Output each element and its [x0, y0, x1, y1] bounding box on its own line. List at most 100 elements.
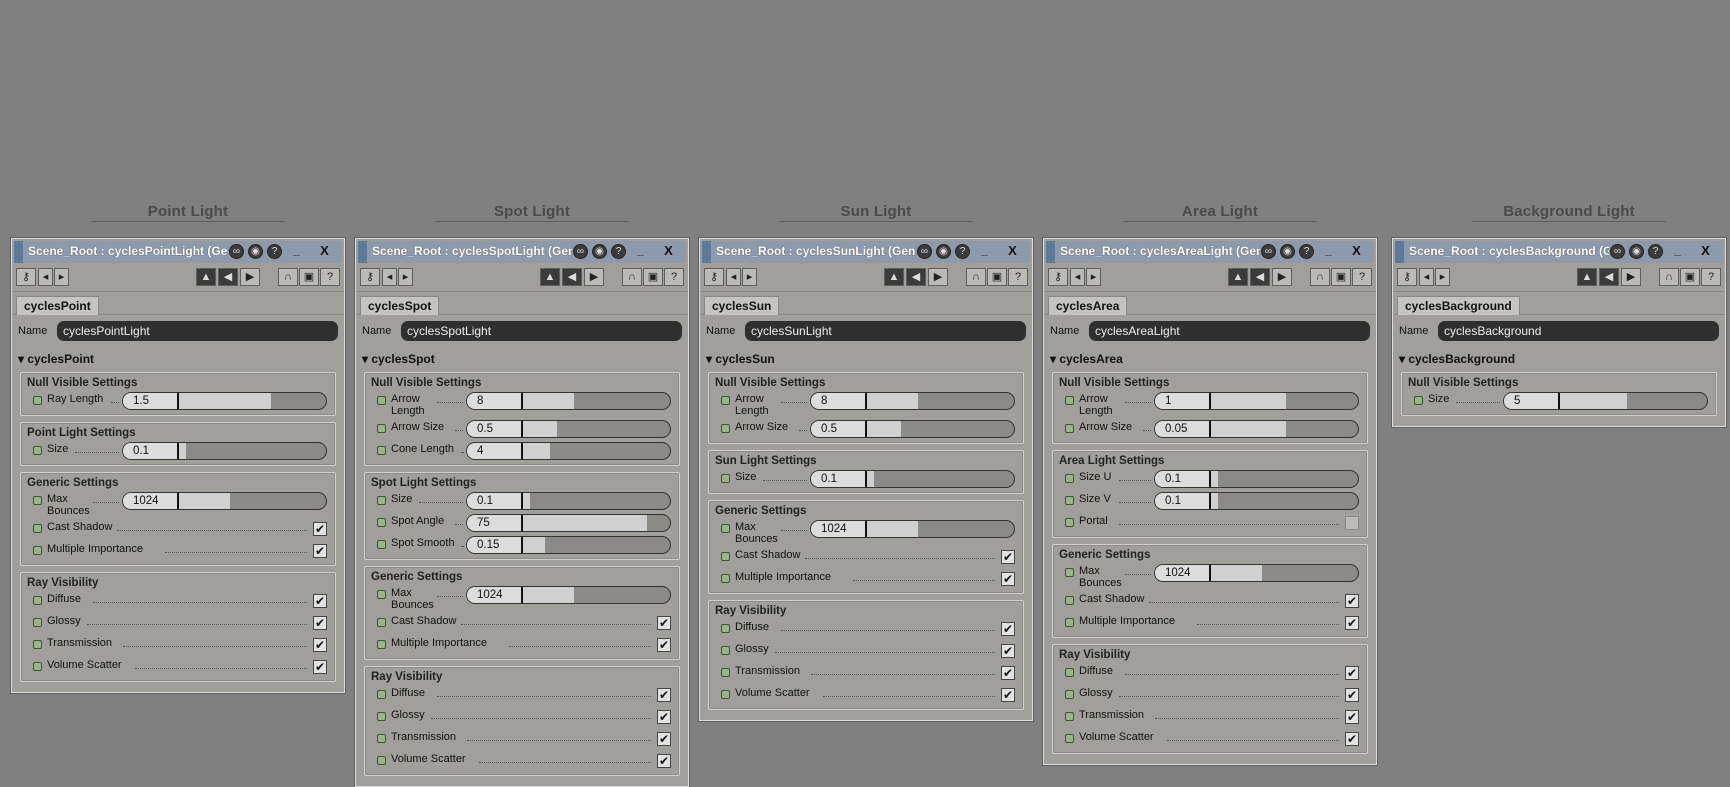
checkbox[interactable]: ✔ — [313, 544, 327, 558]
checkbox[interactable]: ✔ — [1345, 688, 1359, 702]
slider-value[interactable]: 1024 — [811, 521, 867, 537]
magnet-icon[interactable]: ∩ — [622, 268, 642, 286]
arrow-right-icon[interactable]: ▸ — [54, 268, 69, 286]
rewind-icon[interactable]: ◀ — [1599, 268, 1619, 286]
value-slider[interactable]: 0.1 — [1154, 492, 1359, 510]
slider-value[interactable]: 8 — [811, 393, 867, 409]
animation-toggle-icon[interactable] — [721, 552, 730, 561]
animation-toggle-icon[interactable] — [1065, 518, 1074, 527]
value-slider[interactable]: 1 — [1154, 392, 1359, 410]
value-slider[interactable]: 8 — [466, 392, 671, 410]
animation-toggle-icon[interactable] — [377, 734, 386, 743]
cube-icon[interactable]: ▣ — [987, 268, 1007, 286]
forward-icon[interactable]: ▶ — [928, 268, 948, 286]
value-slider[interactable]: 0.1 — [1154, 470, 1359, 488]
arrow-right-icon[interactable]: ▸ — [398, 268, 413, 286]
slider-value[interactable]: 0.1 — [123, 443, 179, 459]
animation-toggle-icon[interactable] — [377, 396, 386, 405]
cube-icon[interactable]: ▣ — [1680, 268, 1700, 286]
checkbox[interactable]: ✔ — [657, 688, 671, 702]
slider-value[interactable]: 1024 — [467, 587, 523, 603]
rewind-icon[interactable]: ◀ — [562, 268, 582, 286]
question-icon[interactable]: ? — [1008, 268, 1028, 286]
collapse-triangle-icon[interactable]: ▾ — [1050, 352, 1059, 366]
arrow-up-icon[interactable]: ▲ — [1577, 268, 1597, 286]
checkbox[interactable]: ✔ — [1001, 622, 1015, 636]
slider-value[interactable]: 0.1 — [467, 493, 523, 509]
animation-toggle-icon[interactable] — [377, 518, 386, 527]
animation-toggle-icon[interactable] — [377, 496, 386, 505]
animation-toggle-icon[interactable] — [33, 662, 42, 671]
close-button[interactable]: X — [1698, 244, 1713, 259]
close-button[interactable]: X — [661, 244, 676, 259]
animation-toggle-icon[interactable] — [377, 424, 386, 433]
slider-value[interactable]: 75 — [467, 515, 523, 531]
magnet-icon[interactable]: ∩ — [966, 268, 986, 286]
magnet-icon[interactable]: ∩ — [1310, 268, 1330, 286]
checkbox[interactable]: ✔ — [313, 616, 327, 630]
arrow-up-icon[interactable]: ▲ — [196, 268, 216, 286]
value-slider[interactable]: 0.15 — [466, 536, 671, 554]
slider-value[interactable]: 0.5 — [811, 421, 867, 437]
animation-toggle-icon[interactable] — [1065, 596, 1074, 605]
question-icon[interactable]: ? — [1701, 268, 1721, 286]
section-header[interactable]: ▾ cyclesSun — [706, 352, 1032, 366]
magnet-icon[interactable]: ∩ — [278, 268, 298, 286]
checkbox[interactable]: ✔ — [657, 638, 671, 652]
key-icon[interactable]: ⚷ — [704, 268, 724, 286]
rewind-icon[interactable]: ◀ — [906, 268, 926, 286]
animation-toggle-icon[interactable] — [721, 646, 730, 655]
property-tab[interactable]: cyclesPoint — [16, 296, 99, 315]
magnet-icon[interactable]: ∩ — [1659, 268, 1679, 286]
close-button[interactable]: X — [1005, 244, 1020, 259]
checkbox[interactable]: ✔ — [657, 616, 671, 630]
animation-toggle-icon[interactable] — [33, 496, 42, 505]
animation-toggle-icon[interactable] — [377, 590, 386, 599]
animation-toggle-icon[interactable] — [721, 424, 730, 433]
rewind-icon[interactable]: ◀ — [1250, 268, 1270, 286]
arrow-left-icon[interactable]: ◂ — [1419, 268, 1434, 286]
animation-toggle-icon[interactable] — [377, 756, 386, 765]
animation-toggle-icon[interactable] — [721, 524, 730, 533]
key-icon[interactable]: ⚷ — [16, 268, 36, 286]
question-icon[interactable]: ? — [320, 268, 340, 286]
link-icon[interactable]: ∞ — [573, 244, 588, 259]
name-input[interactable]: cyclesSpotLight — [401, 321, 682, 341]
animation-toggle-icon[interactable] — [33, 546, 42, 555]
checkbox[interactable]: ✔ — [1001, 666, 1015, 680]
animation-toggle-icon[interactable] — [1065, 496, 1074, 505]
animation-toggle-icon[interactable] — [1065, 424, 1074, 433]
animation-toggle-icon[interactable] — [1065, 618, 1074, 627]
checkbox[interactable]: ✔ — [657, 710, 671, 724]
panel-title-bar[interactable]: Scene_Root : cyclesSpotLight (Gen... ∞ ◉? _… — [358, 241, 686, 263]
value-slider[interactable]: 1024 — [1154, 564, 1359, 582]
link-icon[interactable]: ∞ — [1261, 244, 1276, 259]
minimize-button[interactable]: _ — [633, 244, 648, 259]
cube-icon[interactable]: ▣ — [643, 268, 663, 286]
key-icon[interactable]: ⚷ — [360, 268, 380, 286]
link-icon[interactable]: ∞ — [1610, 244, 1625, 259]
panel-title-bar[interactable]: Scene_Root : cyclesBackground (G... ∞ ◉? _ X — [1395, 241, 1723, 263]
animation-toggle-icon[interactable] — [721, 668, 730, 677]
slider-value[interactable]: 1024 — [123, 493, 179, 509]
section-header[interactable]: ▾ cyclesSpot — [362, 352, 688, 366]
name-input[interactable]: cyclesBackground — [1438, 321, 1719, 341]
name-input[interactable]: cyclesAreaLight — [1089, 321, 1370, 341]
key-icon[interactable]: ⚷ — [1048, 268, 1068, 286]
value-slider[interactable]: 5 — [1503, 392, 1708, 410]
question-icon[interactable]: ? — [1352, 268, 1372, 286]
checkbox[interactable]: ✔ — [313, 638, 327, 652]
help-circle-icon[interactable]: ? — [267, 244, 282, 259]
sphere-icon[interactable]: ◉ — [1629, 244, 1644, 259]
collapse-triangle-icon[interactable]: ▾ — [706, 352, 715, 366]
question-icon[interactable]: ? — [664, 268, 684, 286]
rewind-icon[interactable]: ◀ — [218, 268, 238, 286]
arrow-up-icon[interactable]: ▲ — [884, 268, 904, 286]
animation-toggle-icon[interactable] — [721, 624, 730, 633]
value-slider[interactable]: 8 — [810, 392, 1015, 410]
link-icon[interactable]: ∞ — [229, 244, 244, 259]
checkbox[interactable]: ✔ — [1001, 572, 1015, 586]
animation-toggle-icon[interactable] — [1065, 734, 1074, 743]
animation-toggle-icon[interactable] — [33, 596, 42, 605]
slider-value[interactable]: 0.1 — [1155, 471, 1211, 487]
